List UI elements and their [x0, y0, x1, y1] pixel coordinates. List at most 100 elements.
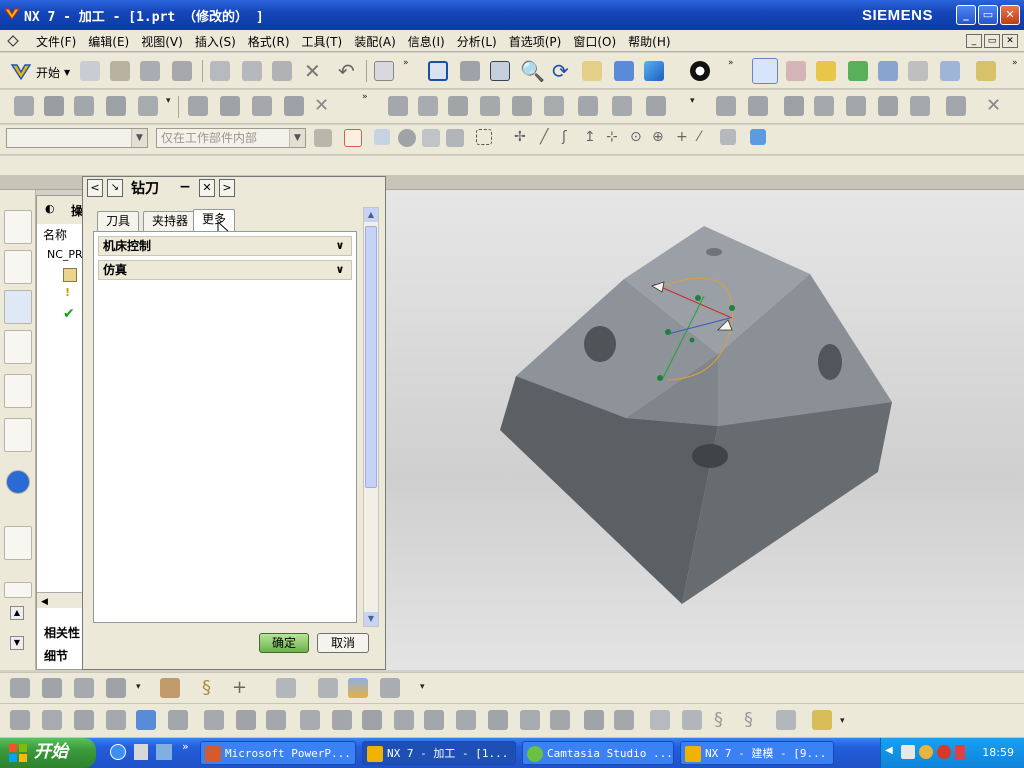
- desktop-quicklaunch-icon[interactable]: [156, 744, 172, 760]
- suppress-icon[interactable]: [236, 710, 256, 730]
- snap-control-icon[interactable]: ʃ: [562, 129, 578, 145]
- list-path-icon[interactable]: [252, 96, 272, 116]
- pin-icon[interactable]: ◐: [45, 202, 55, 215]
- wrap-icon[interactable]: [946, 96, 966, 116]
- orient-view-icon[interactable]: [690, 61, 710, 81]
- mirror-icon[interactable]: [362, 710, 382, 730]
- offset-icon[interactable]: [520, 710, 540, 730]
- graphics-viewport[interactable]: [386, 190, 1024, 670]
- group-machine-control[interactable]: 机床控制 ∨: [98, 236, 352, 256]
- chain-icon[interactable]: §: [714, 710, 734, 730]
- axis-handle[interactable]: [695, 295, 701, 301]
- scroll-down-button[interactable]: ▼: [10, 636, 24, 650]
- snap-quadrant-icon[interactable]: ⊙: [630, 129, 646, 145]
- rotate-icon[interactable]: ⟳: [552, 61, 572, 81]
- create-method-icon[interactable]: [106, 678, 126, 698]
- cancel-button[interactable]: 取消: [317, 633, 369, 653]
- show-hide-icon[interactable]: [168, 710, 188, 730]
- replace-icon[interactable]: [300, 710, 320, 730]
- chevron-down-icon[interactable]: ∨: [331, 238, 349, 254]
- task-camtasia[interactable]: Camtasia Studio ...: [522, 741, 674, 765]
- navigator-hscroll[interactable]: ◀: [37, 592, 85, 608]
- dialog-title-bar[interactable]: < ↘ 钻刀 − ✕ >: [83, 177, 385, 199]
- recorder-tray-icon[interactable]: [937, 745, 951, 759]
- link-icon[interactable]: §: [202, 678, 222, 698]
- tab-holder[interactable]: 夹持器: [143, 211, 198, 231]
- menu-assembly[interactable]: 装配(A): [348, 33, 402, 50]
- toolbar-overflow-icon[interactable]: »: [728, 58, 734, 68]
- select-edge-icon[interactable]: [422, 129, 440, 147]
- wcs-orient-icon[interactable]: [750, 129, 766, 145]
- task-nx-machining[interactable]: NX 7 - 加工 - [1...: [362, 741, 516, 765]
- box-icon[interactable]: [650, 710, 670, 730]
- verify-icon[interactable]: [220, 96, 240, 116]
- menu-tools[interactable]: 工具(T): [296, 33, 349, 50]
- web-browser-tab[interactable]: [4, 526, 32, 560]
- chevron-down-icon[interactable]: ∨: [331, 262, 349, 278]
- zoom-window-icon[interactable]: [460, 61, 480, 81]
- menu-help[interactable]: 帮助(H): [622, 33, 676, 50]
- select-face-icon[interactable]: [374, 129, 390, 145]
- dialog-scrollbar[interactable]: ▲ ▼: [363, 207, 379, 627]
- create-operation-icon[interactable]: [160, 678, 180, 698]
- windows-start-button[interactable]: 开始: [0, 738, 96, 768]
- probe-icon[interactable]: [846, 96, 866, 116]
- create-geometry-icon[interactable]: [878, 61, 898, 81]
- point-icon[interactable]: +: [232, 678, 252, 698]
- menu-edit[interactable]: 编辑(E): [82, 33, 135, 50]
- part-icon[interactable]: [878, 96, 898, 116]
- thicken-icon[interactable]: [550, 710, 570, 730]
- fit-view-icon[interactable]: [428, 61, 448, 81]
- shop-doc-icon[interactable]: [646, 96, 666, 116]
- scrollbar-thumb[interactable]: [365, 226, 377, 488]
- ie-quicklaunch-icon[interactable]: [110, 744, 126, 760]
- blank-icon[interactable]: [910, 96, 930, 116]
- sew-icon[interactable]: [456, 710, 476, 730]
- move-icon[interactable]: [74, 710, 94, 730]
- menu-format[interactable]: 格式(R): [242, 33, 296, 50]
- toolbar-dropdown-icon[interactable]: ▾: [166, 96, 171, 106]
- toolbar-overflow-icon[interactable]: »: [1012, 58, 1018, 68]
- link-icon[interactable]: §: [744, 710, 764, 730]
- create-method-icon[interactable]: [908, 61, 928, 81]
- magnify-icon[interactable]: 🔍: [520, 61, 545, 81]
- new-file-icon[interactable]: [80, 61, 100, 81]
- type-filter-select[interactable]: ▼: [6, 128, 148, 148]
- machine-navigator-tab[interactable]: [4, 250, 32, 284]
- geometry-navigator-tab[interactable]: [4, 290, 32, 324]
- close-icon[interactable]: ✕: [199, 179, 215, 197]
- history-tab[interactable]: [4, 374, 32, 408]
- fixture-icon[interactable]: [784, 96, 804, 116]
- copy-icon[interactable]: [242, 61, 262, 81]
- network-tray-icon[interactable]: [901, 745, 915, 759]
- analysis-icon[interactable]: [812, 710, 832, 730]
- axis-handle[interactable]: [657, 375, 663, 381]
- toolbar-dropdown-icon[interactable]: ▾: [690, 96, 695, 106]
- menu-file[interactable]: 文件(F): [30, 33, 82, 50]
- pin-arrow-icon[interactable]: ↘: [107, 179, 123, 197]
- menu-analysis[interactable]: 分析(L): [451, 33, 503, 50]
- program-view-icon[interactable]: [14, 96, 34, 116]
- create-geometry-icon[interactable]: [74, 678, 94, 698]
- operation-navigator-tab[interactable]: [4, 210, 32, 244]
- axis-handle[interactable]: [665, 329, 671, 335]
- snap-point-icon[interactable]: [344, 129, 362, 147]
- snap-midpoint-icon[interactable]: ╱: [540, 129, 556, 145]
- copy-object-icon[interactable]: [106, 710, 126, 730]
- menu-window[interactable]: 窗口(O): [567, 33, 622, 50]
- task-powerpoint[interactable]: Microsoft PowerP...: [200, 741, 356, 765]
- create-program-icon[interactable]: [10, 678, 30, 698]
- create-tool-icon[interactable]: [848, 61, 868, 81]
- machine-tool-icon[interactable]: [748, 96, 768, 116]
- close-button[interactable]: ✕: [1000, 5, 1020, 25]
- snap-point-on-curve-icon[interactable]: ⊕: [652, 129, 668, 145]
- toolbar-overflow-icon[interactable]: »: [403, 58, 409, 68]
- doc-minimize-button[interactable]: _: [966, 34, 982, 48]
- select-body-icon[interactable]: [398, 129, 416, 147]
- snap-surface-icon[interactable]: ⁄: [698, 129, 714, 145]
- patch-icon[interactable]: [488, 710, 508, 730]
- replay-icon[interactable]: [188, 96, 208, 116]
- chamfer-icon[interactable]: [584, 710, 604, 730]
- shaded-icon[interactable]: [614, 61, 634, 81]
- doc-restore-button[interactable]: ▭: [984, 34, 1000, 48]
